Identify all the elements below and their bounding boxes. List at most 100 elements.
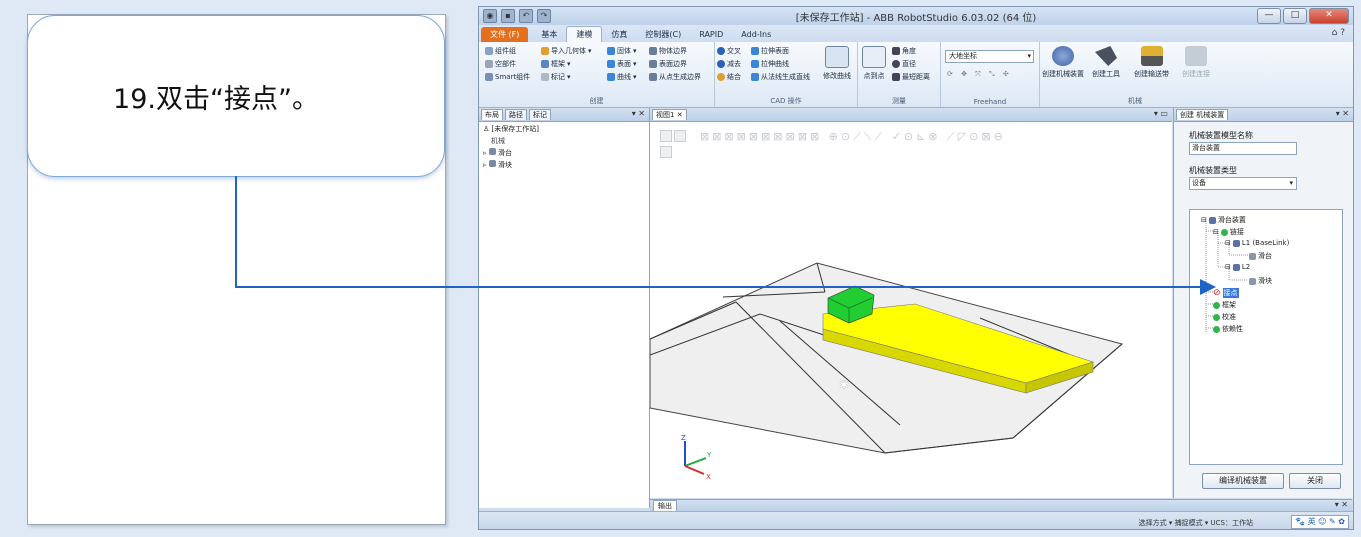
extrude-curve-label: 拉伸曲线	[761, 60, 789, 68]
empty-part-label: 空部件	[495, 60, 516, 68]
solid-button[interactable]: 固体 ▾	[607, 46, 637, 56]
tab-paths[interactable]: 路径	[505, 109, 527, 120]
tab-tags[interactable]: 标记	[529, 109, 551, 120]
origin-marker: ✱	[839, 378, 849, 392]
tree-node-joints-label: 接点	[1222, 288, 1239, 298]
intersect-icon	[717, 47, 725, 55]
tool-icon	[1095, 46, 1117, 66]
surface-boundary-icon	[649, 60, 657, 68]
create-mechanism-button[interactable]: 创建机械装置	[1042, 46, 1084, 79]
tree-item-rail[interactable]: ▹ 滑台	[483, 147, 645, 159]
tab-rapid[interactable]: RAPID	[690, 27, 732, 42]
tree-node-calibration[interactable]: 校准	[1213, 312, 1236, 322]
tab-home[interactable]: 基本	[532, 27, 566, 42]
subtract-button[interactable]: 减去	[717, 59, 741, 69]
intersect-button[interactable]: 交叉	[717, 46, 741, 56]
import-geometry-label: 导入几何体	[551, 47, 586, 55]
min-distance-button[interactable]: 最短距离	[892, 72, 930, 82]
instruction-callout: 19.双击“接点”。	[27, 15, 445, 177]
status-text[interactable]: 选择方式 ▾ 捕捉模式 ▾ UCS：工作站	[1139, 518, 1253, 528]
help-icon[interactable]: ⌂ ?	[1332, 28, 1345, 38]
diameter-button[interactable]: 直径	[892, 59, 916, 69]
tree-node-calibration-label: 校准	[1222, 313, 1236, 321]
ribbon-group-mechanism: 创建机械装置 创建工具 创建输送带 创建连接 机械	[1040, 42, 1230, 107]
freehand-tools[interactable]: ⟳ ✥ ⤧ ⤡ ✣	[947, 70, 1012, 79]
ribbon-group-measure: 点到点 角度 直径 最短距离 测量	[858, 42, 941, 107]
tab-create-mechanism[interactable]: 创建 机械装置	[1176, 109, 1229, 120]
modify-curve-button[interactable]: 修改曲线	[823, 46, 851, 81]
component-group-button[interactable]: 组件组	[485, 46, 516, 56]
points-boundary-button[interactable]: 从点生成边界	[649, 72, 701, 82]
tree-item-slider[interactable]: ▹ 滑块	[483, 159, 645, 171]
tree-node-links[interactable]: ⊟ 链接	[1213, 227, 1244, 237]
create-tool-button[interactable]: 创建工具	[1092, 46, 1120, 79]
tag-button[interactable]: 标记 ▾	[541, 72, 571, 82]
ime-lang: 英	[1307, 517, 1316, 526]
tree-node-joints[interactable]: ⊘ 接点	[1213, 288, 1239, 298]
ribbon: 组件组 空部件 Smart组件 导入几何体 ▾ 框架 ▾ 标记 ▾ 固体 ▾ 表…	[479, 42, 1353, 108]
ribbon-group-freehand-label: Freehand	[973, 98, 1007, 106]
tree-node-l1[interactable]: ⊟ L1 (BaseLink)	[1225, 239, 1289, 247]
tree-node-links-label: 链接	[1229, 228, 1244, 236]
diameter-label: 直径	[902, 60, 916, 68]
line-from-normal-button[interactable]: 从法线生成直线	[751, 72, 810, 82]
compile-mechanism-button[interactable]: 编译机械装置	[1202, 473, 1284, 489]
reference-frame-combo[interactable]: 大地坐标 ▾	[945, 50, 1034, 63]
tab-layout[interactable]: 布局	[481, 109, 503, 120]
subtract-icon	[717, 60, 725, 68]
tab-file[interactable]: 文件 (F)	[481, 27, 529, 42]
extrude-surface-button[interactable]: 拉伸表面	[751, 46, 789, 56]
minimize-button[interactable]: —	[1257, 8, 1281, 24]
smart-component-label: Smart组件	[495, 73, 531, 81]
tree-node-root[interactable]: ⊟ 滑台装置	[1201, 215, 1246, 225]
extrude-curve-icon	[751, 60, 759, 68]
layout-pane-header: 布局 路径 标记 ▾ ✕	[479, 108, 649, 122]
tab-simulation[interactable]: 仿真	[602, 27, 636, 42]
model-name-label: 机械装置模型名称	[1189, 131, 1253, 140]
angle-button[interactable]: 角度	[892, 46, 916, 56]
body-boundary-button[interactable]: 物体边界	[649, 46, 687, 56]
chevron-down-icon: ▾	[1289, 179, 1293, 187]
close-button[interactable]: 关闭	[1289, 473, 1341, 489]
extrude-curve-button[interactable]: 拉伸曲线	[751, 59, 789, 69]
tree-node-root-label: 滑台装置	[1217, 216, 1246, 224]
surface-boundary-button[interactable]: 表面边界	[649, 59, 687, 69]
ribbon-group-create-label: 创建	[589, 97, 604, 105]
import-geometry-button[interactable]: 导入几何体 ▾	[541, 46, 592, 56]
tree-node-dependency[interactable]: 依赖性	[1213, 324, 1243, 334]
tree-node-rail-label: 滑台	[1258, 252, 1272, 260]
ime-toolbar[interactable]: 🐾 英 ☺ ✎ ✿	[1291, 515, 1349, 529]
pane-controls[interactable]: ▾ ✕	[632, 109, 645, 118]
tree-node-l2[interactable]: ⊟ L2	[1225, 263, 1250, 271]
tree-node-slider[interactable]: 滑块	[1249, 276, 1272, 286]
close-window-button[interactable]: ✕	[1309, 8, 1349, 24]
tab-controller[interactable]: 控制器(C)	[636, 27, 690, 42]
create-conveyor-button[interactable]: 创建输送带	[1134, 46, 1169, 79]
extrude-surface-icon	[751, 47, 759, 55]
mechanism-type-select[interactable]: 设备 ▾	[1189, 177, 1297, 190]
maximize-button[interactable]: □	[1283, 8, 1307, 24]
tab-addins[interactable]: Add-Ins	[732, 27, 780, 42]
tree-node-frames[interactable]: 框架	[1213, 300, 1236, 310]
curve-button[interactable]: 曲线 ▾	[607, 72, 637, 82]
link-icon	[1232, 239, 1240, 247]
ribbon-group-mechanism-label: 机械	[1128, 97, 1142, 105]
output-pane-controls[interactable]: ▾ ✕	[1335, 500, 1348, 509]
model-name-input[interactable]: 滑台装置	[1189, 142, 1297, 155]
create-mechanism-pane-controls[interactable]: ▾ ✕	[1336, 109, 1349, 118]
empty-part-button[interactable]: 空部件	[485, 59, 516, 69]
tab-modeling[interactable]: 建模	[566, 26, 603, 42]
create-connection-button[interactable]: 创建连接	[1182, 46, 1210, 79]
tree-node-rail[interactable]: 滑台	[1249, 251, 1272, 261]
point-to-point-button[interactable]: 点到点	[862, 46, 886, 81]
viewport[interactable]: 视图1 ✕ ▾ ▭ ⊠⊠⊠⊠⊠⊠⊠⊠⊠⊠ ⊕⊙⟋⟍⟋ ✓⊙⊾⊗ ⟋◸⊙⊠⊖ ✱ …	[650, 108, 1172, 498]
tag-icon	[541, 73, 549, 81]
part-icon	[1249, 252, 1256, 260]
station-node[interactable]: ♙ [未保存工作站]	[483, 123, 645, 135]
ribbon-group-cad: 交叉 减去 结合 拉伸表面 拉伸曲线 从法线生成直线 修改曲线 CAD 操作	[715, 42, 858, 107]
union-button[interactable]: 结合	[717, 72, 741, 82]
smart-component-button[interactable]: Smart组件	[485, 72, 530, 82]
frame-button[interactable]: 框架 ▾	[541, 59, 571, 69]
connection-icon	[1185, 46, 1207, 66]
surface-button[interactable]: 表面 ▾	[607, 59, 637, 69]
